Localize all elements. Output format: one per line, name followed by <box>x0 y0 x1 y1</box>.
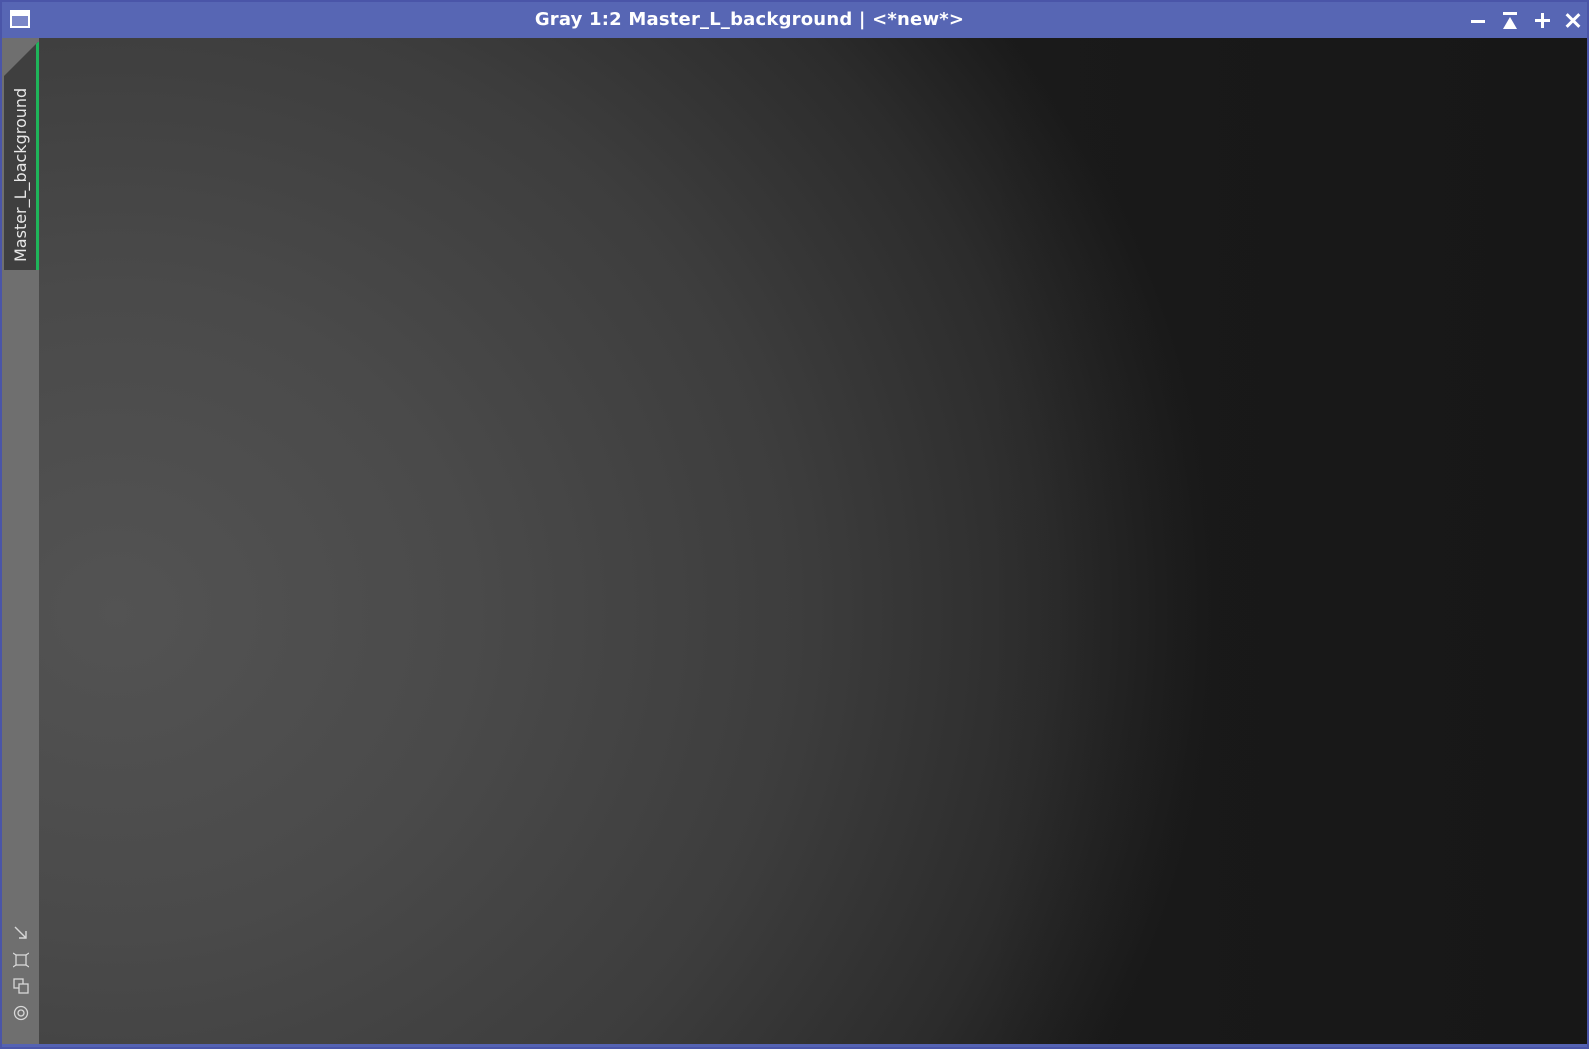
minimize-icon[interactable] <box>1468 10 1490 32</box>
window-title: Gray 1:2 Master_L_background | <*new*> <box>534 9 965 30</box>
image-window: Gray 1:2 Master_L_background | <*new*> M… <box>0 0 1589 1049</box>
fit-view-arrow-icon[interactable] <box>13 925 29 941</box>
maximize-icon[interactable] <box>1532 10 1554 32</box>
view-side-strip: Master_L_background <box>2 38 39 1045</box>
crop-frame-icon[interactable] <box>13 952 29 968</box>
window-client-area: Master_L_background <box>2 38 1587 1045</box>
clone-window-icon[interactable] <box>13 978 29 994</box>
view-tab[interactable]: Master_L_background <box>4 42 39 270</box>
image-canvas[interactable] <box>39 38 1587 1045</box>
view-tab-label: Master_L_background <box>11 87 30 262</box>
title-bar[interactable]: Gray 1:2 Master_L_background | <*new*> <box>2 2 1587 38</box>
shade-icon[interactable] <box>1500 10 1522 32</box>
target-circle-icon[interactable] <box>13 1005 29 1021</box>
window-bottom-border <box>2 1044 1587 1047</box>
close-icon[interactable] <box>1563 10 1585 32</box>
